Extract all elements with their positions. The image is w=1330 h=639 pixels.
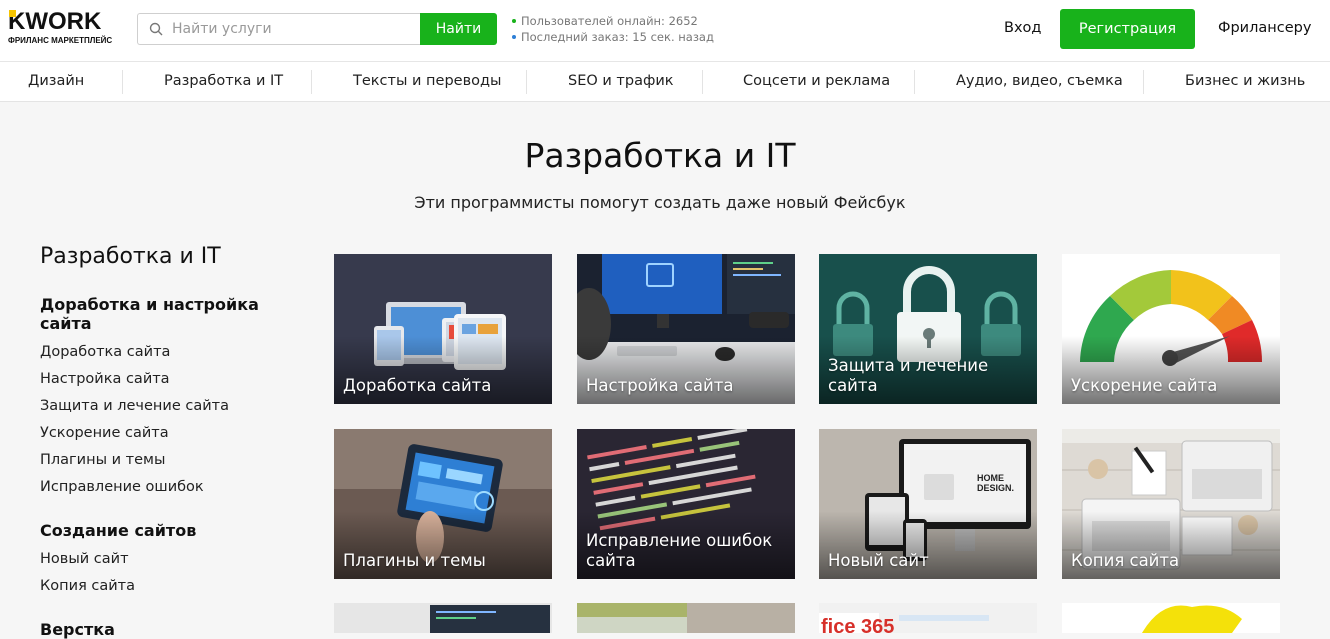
kwork-logo[interactable]: KWORK ФРИЛАНС МАРКЕТПЛЕЙС [8, 8, 124, 46]
sidebar-item[interactable]: Ускорение сайта [40, 425, 310, 441]
sidebar-item[interactable]: Исправление ошибок [40, 479, 310, 495]
card-label: Новый сайт [828, 551, 929, 570]
last-order-text: Последний заказ: 15 сек. назад [521, 30, 714, 44]
category-nav: Дизайн Разработка и IT Тексты и переводы… [0, 62, 1330, 102]
service-card[interactable]: Плагины и темы [334, 429, 552, 579]
sidebar-group: Создание сайтов Новый сайт Копия сайта [40, 521, 310, 594]
card-label: Исправление ошибок сайта [586, 531, 773, 570]
service-card[interactable]: Защита и лечение сайта [819, 254, 1037, 404]
top-header: KWORK ФРИЛАНС МАРКЕТПЛЕЙС Найти Пользова… [0, 0, 1330, 62]
sidebar-item[interactable]: Доработка сайта [40, 344, 310, 360]
logo-wordmark: KWORK [8, 8, 102, 35]
online-users-stat: Пользователей онлайн: 2652 [512, 13, 714, 29]
card-label: Плагины и темы [343, 551, 486, 570]
partial-card-image [1062, 603, 1280, 633]
logo-subtitle: ФРИЛАНС МАРКЕТПЛЕЙС [8, 36, 113, 45]
category-seo[interactable]: SEO и трафик [568, 73, 674, 89]
category-development[interactable]: Разработка и IT [164, 73, 283, 89]
sidebar-item[interactable]: Защита и лечение сайта [40, 398, 310, 414]
card-label: Настройка сайта [586, 376, 734, 395]
service-card[interactable]: Настройка сайта [577, 254, 795, 404]
service-card[interactable] [577, 603, 795, 633]
category-social[interactable]: Соцсети и реклама [743, 73, 890, 89]
partial-card-image [577, 603, 795, 633]
sidebar-item[interactable]: Новый сайт [40, 551, 310, 567]
category-design[interactable]: Дизайн [28, 73, 84, 89]
category-divider [702, 70, 703, 94]
login-link[interactable]: Вход [1004, 20, 1041, 36]
service-card[interactable]: Исправление ошибок сайта [577, 429, 795, 579]
sidebar-group: Верстка [40, 620, 310, 639]
page-title: Разработка и IT [524, 136, 796, 175]
category-texts[interactable]: Тексты и переводы [353, 73, 501, 89]
screen-text: DESIGN. [977, 483, 1014, 493]
sidebar-group-title[interactable]: Верстка [40, 620, 310, 639]
search-bar: Найти [137, 13, 497, 45]
category-business[interactable]: Бизнес и жизнь [1185, 73, 1305, 89]
category-divider [1143, 70, 1144, 94]
search-input[interactable] [172, 21, 392, 37]
search-icon [149, 22, 163, 36]
service-card[interactable]: fice 365 [819, 603, 1037, 633]
partial-logo-text: fice 365 [821, 616, 894, 633]
category-divider [914, 70, 915, 94]
partial-card-image: fice 365 [819, 603, 1037, 633]
partial-card-image [334, 603, 552, 633]
search-field-wrapper[interactable] [137, 13, 420, 45]
category-divider [311, 70, 312, 94]
service-card[interactable]: Копия сайта [1062, 429, 1280, 579]
online-status-dot [512, 19, 516, 23]
sidebar-group-title[interactable]: Доработка и настройка сайта [40, 295, 310, 333]
service-card[interactable]: Доработка сайта [334, 254, 552, 404]
card-label: Доработка сайта [343, 376, 492, 395]
service-card[interactable] [1062, 603, 1280, 633]
sidebar-title: Разработка и IT [40, 244, 221, 269]
category-sidebar: Разработка и IT Доработка и настройка са… [40, 240, 310, 639]
screen-text: HOME [977, 473, 1004, 483]
service-card[interactable]: Ускорение сайта [1062, 254, 1280, 404]
online-users-text: Пользователей онлайн: 2652 [521, 14, 698, 28]
category-divider [526, 70, 527, 94]
sidebar-group: Доработка и настройка сайта Доработка са… [40, 295, 310, 495]
service-card[interactable] [334, 603, 552, 633]
site-stats: Пользователей онлайн: 2652 Последний зак… [512, 13, 714, 45]
logo-yellow-mark [9, 10, 16, 17]
search-button[interactable]: Найти [420, 13, 497, 45]
last-order-dot [512, 35, 516, 39]
last-order-stat: Последний заказ: 15 сек. назад [512, 29, 714, 45]
service-card[interactable]: HOME DESIGN. Новый сайт [819, 429, 1037, 579]
register-button[interactable]: Регистрация [1060, 9, 1195, 49]
category-media[interactable]: Аудио, видео, съемка [956, 73, 1123, 89]
sidebar-item[interactable]: Настройка сайта [40, 371, 310, 387]
card-label: Защита и лечение сайта [828, 356, 989, 395]
sidebar-item[interactable]: Плагины и темы [40, 452, 310, 468]
sidebar-item[interactable]: Копия сайта [40, 578, 310, 594]
freelancer-link[interactable]: Фрилансеру [1218, 20, 1311, 36]
card-label: Ускорение сайта [1071, 376, 1218, 395]
category-divider [122, 70, 123, 94]
card-label: Копия сайта [1071, 551, 1180, 570]
sidebar-group-title[interactable]: Создание сайтов [40, 521, 310, 540]
page-subtitle: Эти программисты помогут создать даже но… [414, 193, 906, 212]
